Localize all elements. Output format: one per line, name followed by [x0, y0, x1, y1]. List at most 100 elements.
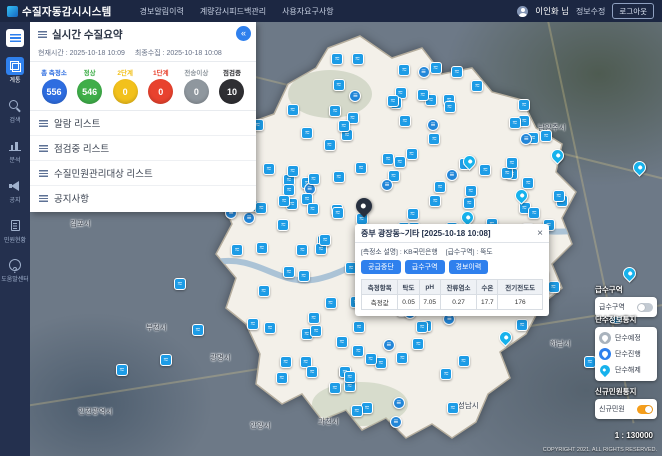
station-marker[interactable]: ≈: [307, 203, 319, 215]
supply-stop-button[interactable]: 공급중단: [361, 260, 401, 274]
station-marker[interactable]: ≡: [381, 179, 393, 191]
station-marker[interactable]: ≈: [336, 336, 348, 348]
complaint-target-list-item[interactable]: 수질민원관리대상 리스트: [30, 161, 256, 186]
station-marker[interactable]: ≈: [447, 402, 459, 414]
station-marker[interactable]: ≈: [387, 95, 399, 107]
station-marker[interactable]: ≈: [338, 120, 350, 132]
station-marker[interactable]: ≈: [319, 234, 331, 246]
rail-item-complaints[interactable]: 민원현황: [0, 215, 30, 247]
station-marker[interactable]: ≈: [518, 99, 530, 111]
station-marker[interactable]: ≡: [243, 212, 255, 224]
station-marker[interactable]: ≈: [375, 357, 387, 369]
station-marker[interactable]: ≈: [333, 171, 345, 183]
alarm-history-button[interactable]: 경보이력: [449, 260, 489, 274]
station-marker[interactable]: ≈: [255, 202, 267, 214]
collapse-panel-button[interactable]: «: [236, 26, 251, 41]
station-marker[interactable]: ≈: [394, 156, 406, 168]
stat-transmit-error[interactable]: 전송이상 0: [179, 67, 213, 104]
station-marker[interactable]: ≈: [365, 353, 377, 365]
station-marker[interactable]: ≈: [353, 321, 365, 333]
station-marker[interactable]: ≈: [280, 356, 292, 368]
station-marker[interactable]: ≈: [399, 115, 411, 127]
station-marker[interactable]: ≈: [553, 190, 565, 202]
station-marker[interactable]: ≈: [355, 162, 367, 174]
station-marker[interactable]: ≈: [451, 66, 463, 78]
station-marker[interactable]: ≈: [407, 208, 419, 220]
station-marker[interactable]: ≈: [192, 324, 204, 336]
station-marker[interactable]: ≈: [509, 117, 521, 129]
station-marker[interactable]: ≈: [283, 266, 295, 278]
station-marker[interactable]: ≈: [329, 105, 341, 117]
station-marker[interactable]: ≈: [465, 185, 477, 197]
station-marker[interactable]: ≈: [522, 177, 534, 189]
station-marker[interactable]: ≈: [351, 405, 363, 417]
station-marker[interactable]: ≈: [416, 321, 428, 333]
station-marker[interactable]: ≈: [429, 195, 441, 207]
alarm-list-item[interactable]: 알람 리스트: [30, 111, 256, 136]
station-marker[interactable]: ≈: [428, 133, 440, 145]
station-marker[interactable]: ≈: [352, 345, 364, 357]
station-marker[interactable]: ≈: [258, 285, 270, 297]
legend-row-supply[interactable]: 급수구역: [599, 300, 653, 314]
station-marker[interactable]: ≈: [247, 318, 259, 330]
station-marker[interactable]: ≈: [382, 153, 394, 165]
station-marker[interactable]: ≈: [324, 139, 336, 151]
station-marker[interactable]: ≈: [412, 338, 424, 350]
station-marker[interactable]: ≈: [471, 80, 483, 92]
station-marker[interactable]: ≈: [301, 127, 313, 139]
station-marker[interactable]: ≈: [277, 219, 289, 231]
rail-menu-button[interactable]: [6, 29, 24, 47]
legend-row-complaint[interactable]: 신규민원: [599, 402, 653, 416]
legend-row-outage-ongoing[interactable]: 단수진행: [599, 346, 653, 362]
stat-total[interactable]: 총 측정소 556: [37, 67, 71, 104]
stat-level2[interactable]: 2단계 0: [108, 67, 142, 104]
new-complaint-toggle[interactable]: [637, 405, 653, 414]
station-marker[interactable]: ≈: [406, 148, 418, 160]
stat-maintenance[interactable]: 점검중 10: [215, 67, 249, 104]
station-marker[interactable]: ≡: [393, 397, 405, 409]
station-marker[interactable]: ≈: [308, 173, 320, 185]
station-marker[interactable]: ≈: [325, 297, 337, 309]
stat-level1[interactable]: 1단계 0: [144, 67, 178, 104]
station-marker[interactable]: ≈: [548, 281, 560, 293]
station-marker[interactable]: ≈: [479, 164, 491, 176]
rail-item-system[interactable]: 계통: [0, 55, 30, 87]
station-marker[interactable]: ≈: [333, 79, 345, 91]
stat-normal[interactable]: 정상 546: [73, 67, 107, 104]
station-marker[interactable]: ≈: [174, 278, 186, 290]
station-marker[interactable]: ≈: [287, 165, 299, 177]
station-marker[interactable]: ≈: [506, 157, 518, 169]
station-marker[interactable]: ≈: [310, 325, 322, 337]
rail-item-analysis[interactable]: 분석: [0, 135, 30, 167]
station-marker[interactable]: ≈: [417, 89, 429, 101]
station-marker[interactable]: ≡: [418, 66, 430, 78]
station-marker[interactable]: ≈: [278, 195, 290, 207]
legend-row-outage-cleared[interactable]: 단수해제: [599, 362, 653, 378]
outage-notice-pin[interactable]: [496, 328, 514, 346]
station-marker[interactable]: ≡: [383, 339, 395, 351]
station-marker[interactable]: ≈: [444, 101, 456, 113]
station-marker[interactable]: ≈: [396, 352, 408, 364]
station-marker[interactable]: ≈: [344, 371, 356, 383]
station-marker[interactable]: ≈: [276, 372, 288, 384]
supply-zone-toggle[interactable]: [637, 303, 653, 312]
station-marker[interactable]: ≈: [352, 53, 364, 65]
station-marker[interactable]: ≈: [263, 163, 275, 175]
station-marker[interactable]: ≈: [296, 244, 308, 256]
station-marker[interactable]: ≡: [390, 416, 402, 428]
station-marker[interactable]: ≈: [331, 53, 343, 65]
station-marker[interactable]: ≈: [540, 130, 552, 142]
outage-notice-pin[interactable]: [548, 146, 566, 164]
station-marker[interactable]: ≈: [440, 368, 452, 380]
notice-list-item[interactable]: 공지사항: [30, 186, 256, 212]
station-marker[interactable]: ≡: [349, 90, 361, 102]
rail-item-help[interactable]: 도움말센터: [0, 254, 30, 286]
menu-user-requests[interactable]: 사용자요구사항: [282, 6, 334, 17]
station-marker[interactable]: ≈: [264, 322, 276, 334]
menu-alarm-history[interactable]: 경보알림이력: [140, 6, 184, 17]
close-icon[interactable]: ×: [537, 230, 543, 238]
station-marker[interactable]: ≈: [160, 354, 172, 366]
station-marker[interactable]: ≈: [516, 319, 528, 331]
station-marker[interactable]: ≈: [430, 62, 442, 74]
station-marker[interactable]: ≈: [306, 366, 318, 378]
